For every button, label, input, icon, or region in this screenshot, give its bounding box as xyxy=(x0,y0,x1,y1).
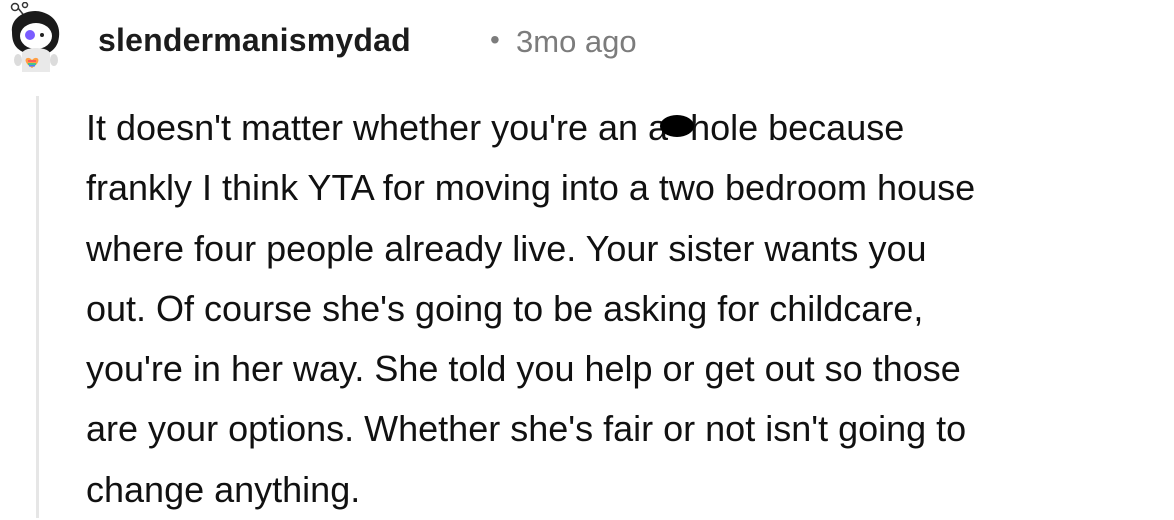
comment-line-part: hole because xyxy=(690,107,905,148)
thread-collapse-line[interactable] xyxy=(36,96,39,518)
comment-header: slendermanismydad • 3mo ago xyxy=(0,0,1174,84)
comment-line: out. Of course she's going to be asking … xyxy=(86,287,924,329)
comment: slendermanismydad • 3mo ago It doesn't m… xyxy=(0,0,1174,518)
comment-line: frankly I think YTA for moving into a tw… xyxy=(86,167,976,209)
comment-line: change anything. xyxy=(86,468,361,510)
avatar[interactable] xyxy=(4,2,72,74)
snoo-avatar-icon xyxy=(10,2,60,72)
meta-separator: • xyxy=(490,24,500,55)
comment-line: you're in her way. She told you help or … xyxy=(86,348,961,390)
censor-blot-icon xyxy=(660,115,695,138)
username-link[interactable]: slendermanismydad xyxy=(98,22,411,59)
comment-line: where four people already live. Your sis… xyxy=(86,227,927,269)
comment-line: are your options. Whether she's fair or … xyxy=(86,408,967,450)
comment-line: It doesn't matter whether you're an a hol… xyxy=(86,98,1174,158)
comment-line-part: It doesn't matter whether you're an a xyxy=(86,107,669,148)
timestamp[interactable]: 3mo ago xyxy=(516,24,637,60)
comment-body: It doesn't matter whether you're an a hol… xyxy=(86,98,1174,520)
